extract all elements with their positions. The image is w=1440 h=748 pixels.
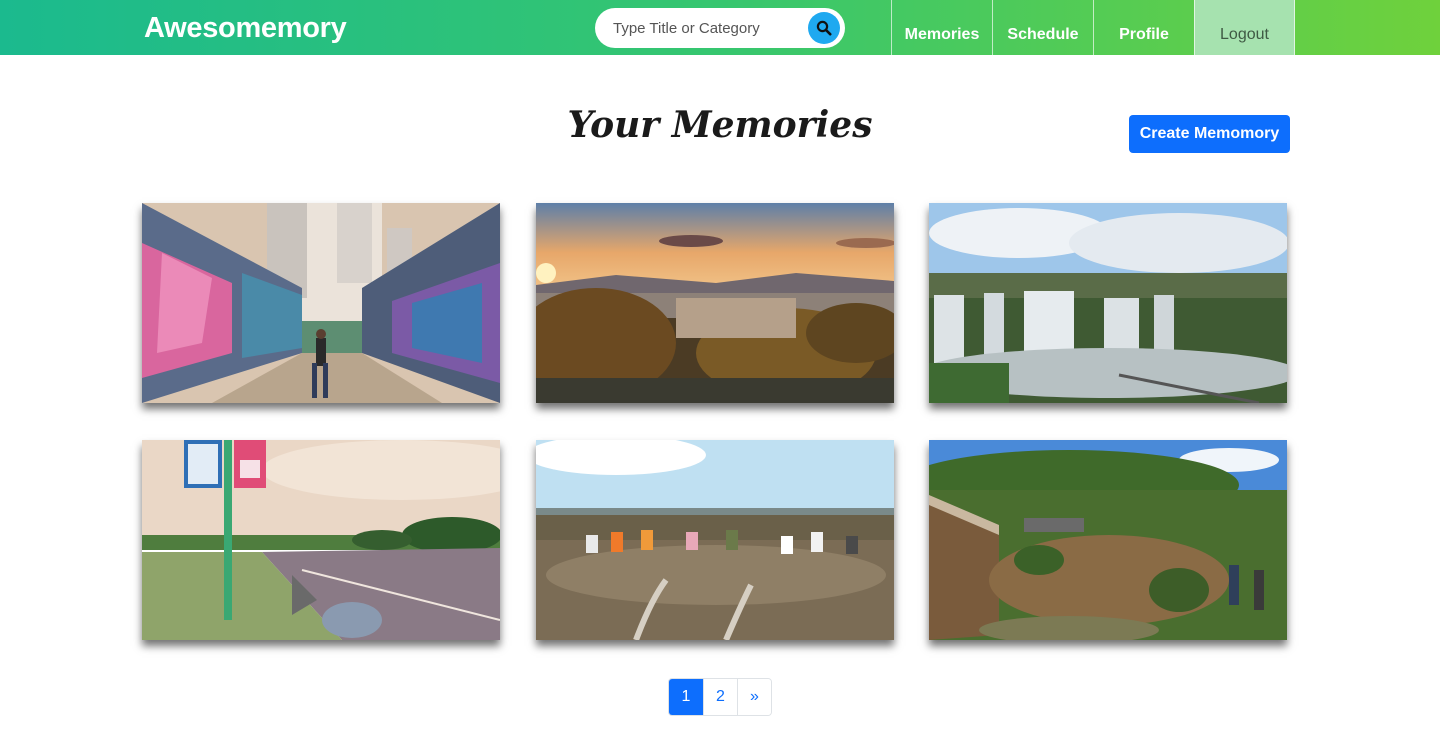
page-1-link[interactable]: 1 xyxy=(669,679,703,715)
nav-logout[interactable]: Logout xyxy=(1194,0,1295,55)
memory-image xyxy=(536,203,894,403)
create-memory-button[interactable]: Create Memomory xyxy=(1129,115,1290,153)
next-page-link[interactable]: » xyxy=(737,679,771,715)
navbar: Awesomemory Memories Schedule Profile Lo… xyxy=(0,0,1440,55)
search-icon xyxy=(816,20,832,36)
memory-image xyxy=(929,203,1287,403)
memory-card[interactable] xyxy=(929,440,1287,640)
nav-memories[interactable]: Memories xyxy=(891,0,992,55)
memory-card[interactable] xyxy=(536,440,894,640)
nav-profile[interactable]: Profile xyxy=(1093,0,1194,55)
memory-card[interactable] xyxy=(142,440,500,640)
pagination: 1 2 » xyxy=(668,678,772,716)
brand-logo[interactable]: Awesomemory xyxy=(144,12,347,45)
memory-image xyxy=(536,440,894,640)
memory-image xyxy=(142,203,500,403)
memory-image xyxy=(929,440,1287,640)
search-input[interactable] xyxy=(613,17,798,39)
search-box xyxy=(595,8,845,48)
memory-card[interactable] xyxy=(536,203,894,403)
memory-image xyxy=(142,440,500,640)
memory-card[interactable] xyxy=(929,203,1287,403)
nav-schedule[interactable]: Schedule xyxy=(992,0,1093,55)
memory-card[interactable] xyxy=(142,203,500,403)
search-button[interactable] xyxy=(808,12,840,44)
page-2-link[interactable]: 2 xyxy=(703,679,737,715)
